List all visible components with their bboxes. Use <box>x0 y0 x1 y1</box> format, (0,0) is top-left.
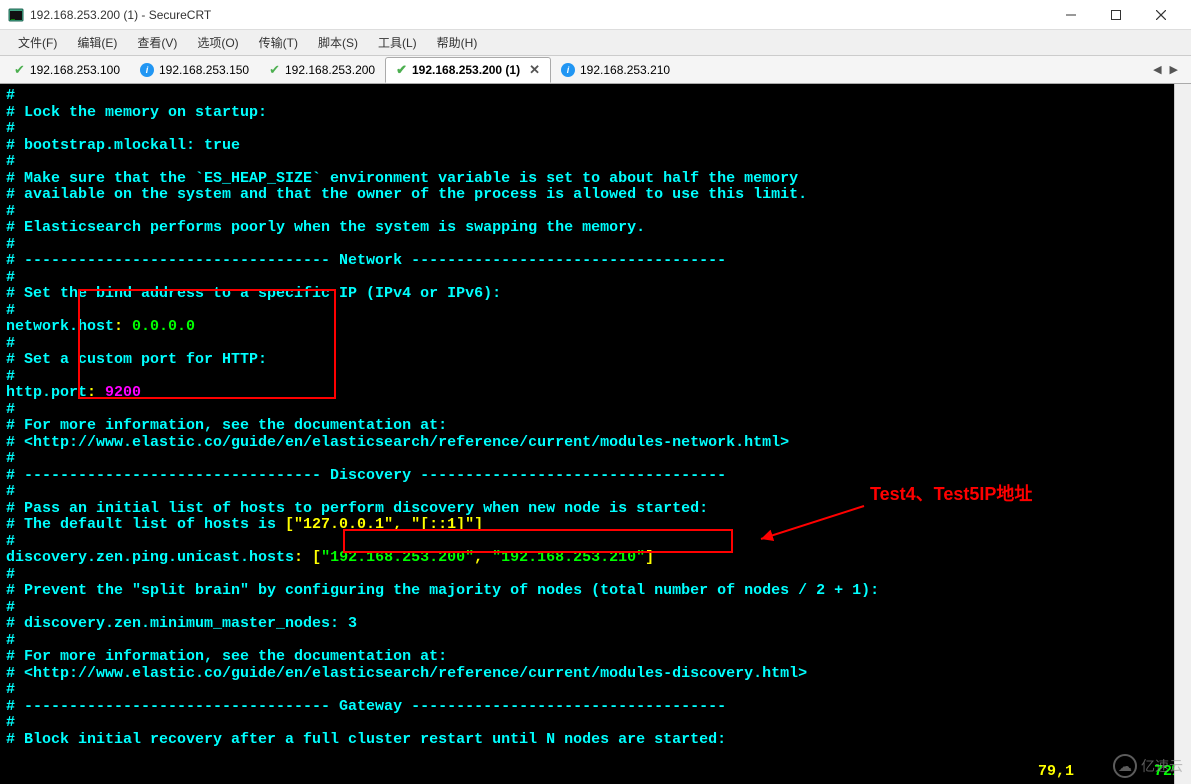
menu-script[interactable]: 脚本(S) <box>310 32 366 53</box>
menu-transfer[interactable]: 传输(T) <box>251 32 306 53</box>
maximize-button[interactable] <box>1093 0 1138 30</box>
terminal-line: # discovery.zen.minimum_master_nodes: 3 <box>6 616 1185 633</box>
tab-close-icon[interactable]: ✕ <box>529 62 540 78</box>
tab-next-icon[interactable]: ▶ <box>1167 63 1181 76</box>
terminal-line: # <box>6 600 1185 617</box>
tab-session-3[interactable]: ✔ 192.168.253.200 <box>259 58 385 82</box>
terminal-line: # <http://www.elastic.co/guide/en/elasti… <box>6 666 1185 683</box>
terminal-line: # Prevent the "split brain" by configuri… <box>6 583 1185 600</box>
annotation-text: Test4、Test5IP地址 <box>870 486 1032 503</box>
terminal-line: # <box>6 237 1185 254</box>
terminal-line: # For more information, see the document… <box>6 418 1185 435</box>
terminal-line: # <box>6 270 1185 287</box>
terminal-line: # Lock the memory on startup: <box>6 105 1185 122</box>
terminal-line: # Elasticsearch performs poorly when the… <box>6 220 1185 237</box>
info-icon: i <box>140 63 154 77</box>
terminal-line: # bootstrap.mlockall: true <box>6 138 1185 155</box>
watermark: ☁ 亿速云 <box>1113 754 1183 778</box>
menu-tools[interactable]: 工具(L) <box>370 32 425 53</box>
terminal-line: # <box>6 369 1185 386</box>
terminal-line: # <box>6 567 1185 584</box>
terminal-line: # <box>6 303 1185 320</box>
terminal-line: # ---------------------------------- Net… <box>6 253 1185 270</box>
terminal-line: # Set a custom port for HTTP: <box>6 352 1185 369</box>
check-icon: ✔ <box>269 62 280 78</box>
minimize-button[interactable] <box>1048 0 1093 30</box>
check-icon: ✔ <box>14 62 25 78</box>
cloud-icon: ☁ <box>1113 754 1137 778</box>
menu-view[interactable]: 查看(V) <box>129 32 185 53</box>
terminal-line: # ---------------------------------- Gat… <box>6 699 1185 716</box>
terminal-line: # <box>6 633 1185 650</box>
menu-bar: 文件(F) 编辑(E) 查看(V) 选项(O) 传输(T) 脚本(S) 工具(L… <box>0 30 1191 56</box>
tab-label: 192.168.253.210 <box>580 63 670 77</box>
tab-label: 192.168.253.150 <box>159 63 249 77</box>
tab-nav-arrows: ◀ ▶ <box>1150 63 1187 76</box>
terminal-line: # <box>6 451 1185 468</box>
terminal-line: # <http://www.elastic.co/guide/en/elasti… <box>6 435 1185 452</box>
close-button[interactable] <box>1138 0 1183 30</box>
tab-session-4-active[interactable]: ✔ 192.168.253.200 (1) ✕ <box>385 57 551 83</box>
terminal-output[interactable]: ## Lock the memory on startup:## bootstr… <box>0 84 1191 784</box>
tab-session-1[interactable]: ✔ 192.168.253.100 <box>4 58 130 82</box>
terminal-line: # <box>6 121 1185 138</box>
tab-session-5[interactable]: i 192.168.253.210 <box>551 59 680 81</box>
terminal-line: # Set the bind address to a specific IP … <box>6 286 1185 303</box>
app-icon: _ <box>8 7 24 23</box>
menu-help[interactable]: 帮助(H) <box>429 32 486 53</box>
terminal-line: network.host: 0.0.0.0 <box>6 319 1185 336</box>
menu-options[interactable]: 选项(O) <box>189 32 246 53</box>
window-title: 192.168.253.200 (1) - SecureCRT <box>30 8 1048 22</box>
terminal-line: # <box>6 682 1185 699</box>
tab-label: 192.168.253.100 <box>30 63 120 77</box>
terminal-line: # --------------------------------- Disc… <box>6 468 1185 485</box>
window-controls <box>1048 0 1183 30</box>
check-icon: ✔ <box>396 62 407 78</box>
terminal-line: # <box>6 88 1185 105</box>
terminal-line: http.port: 9200 <box>6 385 1185 402</box>
menu-edit[interactable]: 编辑(E) <box>69 32 125 53</box>
tab-session-2[interactable]: i 192.168.253.150 <box>130 59 259 81</box>
terminal-line: # <box>6 534 1185 551</box>
terminal-line: # available on the system and that the o… <box>6 187 1185 204</box>
tab-bar: ✔ 192.168.253.100 i 192.168.253.150 ✔ 19… <box>0 56 1191 84</box>
terminal-line: # Make sure that the `ES_HEAP_SIZE` envi… <box>6 171 1185 188</box>
watermark-text: 亿速云 <box>1141 756 1183 776</box>
terminal-line: discovery.zen.ping.unicast.hosts: ["192.… <box>6 550 1185 567</box>
tab-prev-icon[interactable]: ◀ <box>1150 63 1164 76</box>
terminal-line: # <box>6 154 1185 171</box>
menu-file[interactable]: 文件(F) <box>10 32 65 53</box>
terminal-line: # For more information, see the document… <box>6 649 1185 666</box>
terminal-line: # <box>6 336 1185 353</box>
terminal-line: # <box>6 204 1185 221</box>
svg-text:_: _ <box>10 13 15 20</box>
terminal-line: # <box>6 402 1185 419</box>
vertical-scrollbar[interactable] <box>1174 84 1191 784</box>
info-icon: i <box>561 63 575 77</box>
tab-label: 192.168.253.200 <box>285 63 375 77</box>
terminal-line: # <box>6 715 1185 732</box>
cursor-position: 79,1 <box>1038 764 1074 781</box>
window-titlebar: _ 192.168.253.200 (1) - SecureCRT <box>0 0 1191 30</box>
terminal-line: # Block initial recovery after a full cl… <box>6 732 1185 749</box>
tab-label: 192.168.253.200 (1) <box>412 63 520 77</box>
terminal-line: # The default list of hosts is ["127.0.0… <box>6 517 1185 534</box>
